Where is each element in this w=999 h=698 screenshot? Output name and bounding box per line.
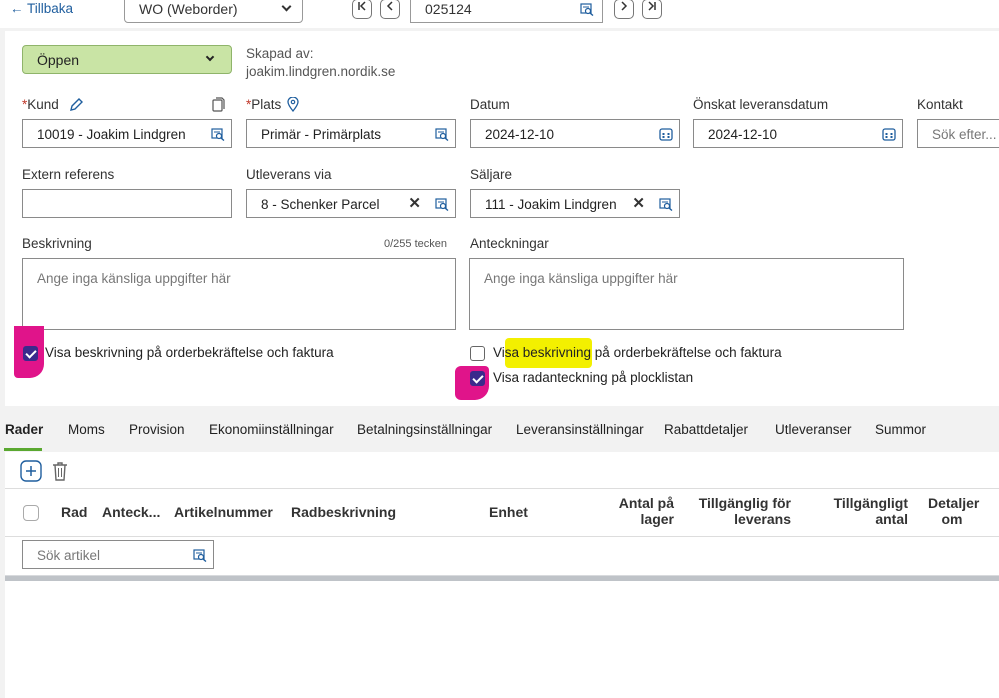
lookup-icon[interactable]	[580, 3, 594, 16]
shipping-via-label: Utleverans via	[246, 167, 332, 182]
show-line-note-label: Visa radanteckning på plocklistan	[493, 370, 694, 385]
description-counter: 0/255 tecken	[384, 238, 447, 250]
col-tillganglig-for-leverans[interactable]: Tillgänglig för leverans	[695, 495, 791, 527]
order-type-value: WO (Weborder)	[139, 1, 238, 17]
tab-provision[interactable]: Provision	[129, 422, 185, 437]
location-value: Primär - Primärplats	[261, 127, 382, 142]
copy-icon[interactable]	[211, 97, 225, 113]
show-description-label: Visa beskrivning på orderbekräftelse och…	[45, 345, 334, 360]
description-placeholder: Ange inga känsliga uppgifter här	[37, 271, 231, 286]
contact-label: Kontakt	[917, 97, 963, 112]
external-ref-field[interactable]	[22, 189, 232, 218]
chevron-left-icon	[386, 1, 393, 11]
trash-icon[interactable]	[50, 460, 70, 482]
notes-placeholder: Ange inga känsliga uppgifter här	[484, 271, 678, 286]
delivery-date-value: 2024-12-10	[708, 127, 778, 142]
col-tillgangligt-antal[interactable]: Tillgängligt antal	[825, 495, 908, 527]
location-pin-icon	[287, 97, 299, 112]
contact-search-input[interactable]: Sök efter...	[917, 119, 999, 148]
show-line-note-checkbox[interactable]	[470, 371, 485, 386]
chevron-down-icon	[281, 1, 292, 12]
order-type-select[interactable]: WO (Weborder)	[124, 0, 303, 23]
calendar-icon[interactable]	[659, 127, 673, 141]
select-all-checkbox[interactable]	[23, 505, 39, 521]
back-link[interactable]: ← Tillbaka	[10, 1, 73, 16]
lookup-icon[interactable]	[193, 549, 207, 562]
tab-leverans[interactable]: Leveransinställningar	[516, 422, 644, 437]
description-label: Beskrivning	[22, 236, 92, 251]
shipping-via-field[interactable]: 8 - Schenker Parcel ✕	[246, 189, 456, 218]
col-artikelnummer[interactable]: Artikelnummer	[174, 504, 273, 520]
article-search-placeholder: Sök artikel	[37, 548, 101, 563]
lookup-icon[interactable]	[435, 128, 449, 141]
customer-field[interactable]: 10019 - Joakim Lindgren	[22, 119, 232, 148]
first-record-button[interactable]	[352, 0, 372, 19]
add-icon[interactable]	[20, 460, 42, 482]
col-radbeskrivning[interactable]: Radbeskrivning	[291, 504, 396, 520]
contact-placeholder: Sök efter...	[932, 127, 997, 142]
calendar-icon[interactable]	[882, 127, 896, 141]
status-select[interactable]: Öppen	[22, 45, 232, 74]
order-number-field[interactable]: 025124	[410, 0, 603, 23]
description-textarea[interactable]: Ange inga känsliga uppgifter här	[22, 258, 456, 330]
first-icon	[358, 1, 366, 11]
article-search-input[interactable]: Sök artikel	[22, 540, 214, 569]
show-description-checkbox[interactable]	[23, 346, 38, 361]
show-notes-description-checkbox[interactable]	[470, 346, 485, 361]
last-icon	[648, 1, 656, 11]
tab-summor[interactable]: Summor	[875, 422, 926, 437]
lookup-icon[interactable]	[435, 198, 449, 211]
last-record-button[interactable]	[642, 0, 662, 19]
customer-value: 10019 - Joakim Lindgren	[37, 127, 186, 142]
created-by-label: Skapad av:	[246, 46, 314, 61]
top-toolbar: ← Tillbaka WO (Weborder) 025124	[0, 0, 999, 28]
created-by-value: joakim.lindgren.nordik.se	[246, 64, 396, 79]
next-record-button[interactable]	[614, 0, 634, 19]
clear-icon[interactable]: ✕	[632, 194, 645, 212]
tab-ekonomi[interactable]: Ekonomiinställningar	[209, 422, 334, 437]
customer-label: *Kund	[22, 97, 59, 112]
previous-record-button[interactable]	[380, 0, 400, 19]
seller-label: Säljare	[470, 167, 513, 182]
delivery-date-field[interactable]: 2024-12-10	[693, 119, 903, 148]
tab-rabatt[interactable]: Rabattdetaljer	[664, 422, 748, 437]
col-rad[interactable]: Rad	[61, 504, 87, 520]
grid-divider	[5, 488, 999, 489]
shipping-via-value: 8 - Schenker Parcel	[261, 197, 380, 212]
col-antal-pa-lager[interactable]: Antal på lager	[602, 495, 674, 527]
seller-value: 111 - Joakim Lindgren	[485, 197, 617, 212]
tab-betalning[interactable]: Betalningsinställningar	[357, 422, 492, 437]
chevron-right-icon	[621, 1, 628, 11]
col-detaljer-om[interactable]: Detaljer om	[928, 495, 979, 527]
order-number-value: 025124	[425, 1, 472, 17]
date-value: 2024-12-10	[485, 127, 555, 142]
tab-moms[interactable]: Moms	[68, 422, 105, 437]
grid-divider	[5, 536, 999, 537]
tab-rader[interactable]: Rader	[5, 422, 43, 437]
date-field[interactable]: 2024-12-10	[470, 119, 680, 148]
location-field[interactable]: Primär - Primärplats	[246, 119, 456, 148]
date-label: Datum	[470, 97, 510, 112]
notes-textarea[interactable]: Ange inga känsliga uppgifter här	[469, 258, 904, 330]
notes-label: Anteckningar	[470, 236, 549, 251]
seller-field[interactable]: 111 - Joakim Lindgren ✕	[470, 189, 680, 218]
show-notes-description-label: Visa beskrivning på orderbekräftelse och…	[493, 345, 782, 360]
col-enhet[interactable]: Enhet	[489, 504, 528, 520]
horizontal-scrollbar[interactable]	[5, 575, 999, 581]
tab-bar: Rader Moms Provision Ekonomiinställninga…	[0, 408, 999, 452]
lookup-icon[interactable]	[211, 128, 225, 141]
chevron-down-icon	[205, 52, 215, 62]
col-anteckning[interactable]: Anteck...	[102, 504, 160, 520]
active-tab-indicator	[4, 448, 42, 451]
status-value: Öppen	[37, 52, 80, 68]
tab-utleveranser[interactable]: Utleveranser	[775, 422, 852, 437]
location-label: *Plats	[246, 97, 282, 112]
external-ref-label: Extern referens	[22, 167, 115, 182]
delivery-date-label: Önskat leveransdatum	[693, 97, 829, 112]
clear-icon[interactable]: ✕	[408, 194, 421, 212]
edit-icon[interactable]	[69, 97, 84, 112]
lookup-icon[interactable]	[659, 198, 673, 211]
